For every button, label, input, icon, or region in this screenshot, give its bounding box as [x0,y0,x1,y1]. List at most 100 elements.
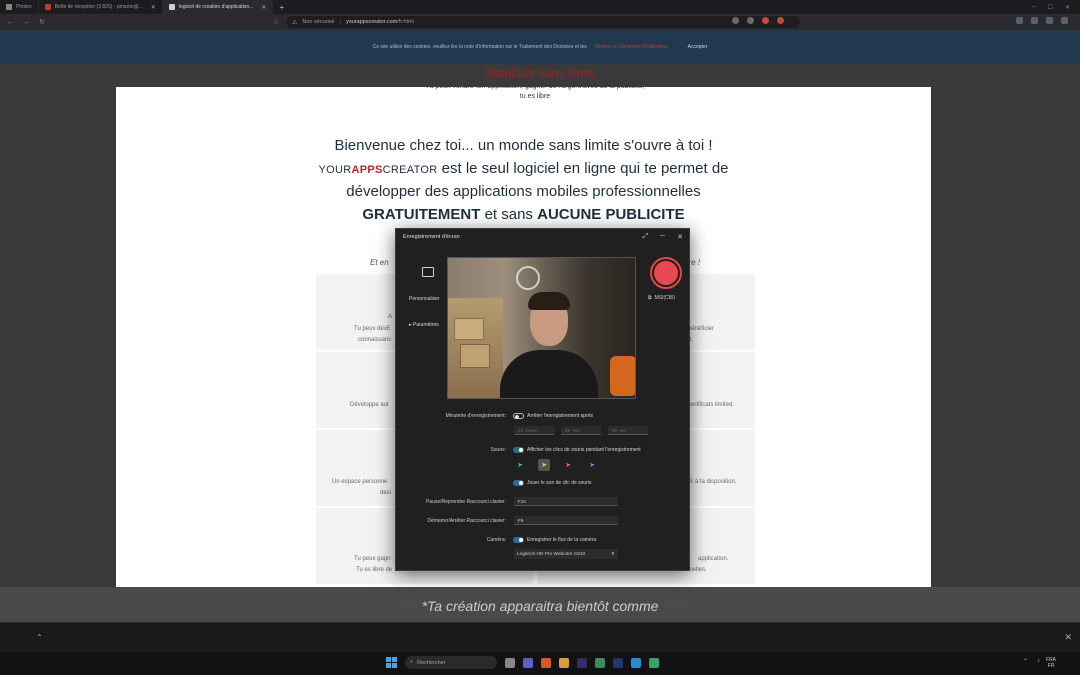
cursor-style-options: ➤ ➤ ➤ ➤ [514,459,598,471]
cookie-text: Ce site utilise des cookies, veuillez li… [372,44,587,50]
file-explorer-icon[interactable] [559,657,569,668]
hero-gratuit: GRATUITEMENT [362,205,481,223]
premiere-icon[interactable] [577,657,587,668]
tab-mail[interactable]: Boîte de réception (3 825) - pmartin@...… [39,0,163,14]
start-shortcut-field[interactable]: F9 [514,516,618,525]
dialog-controls: ⤢ ─ ✕ [643,233,683,241]
card-text: Développe aut [350,402,389,408]
tab-yourappscreator[interactable]: logiciel de creation d'application... ✕ [162,0,274,14]
new-tab-button[interactable]: + [273,3,290,12]
close-icon[interactable]: ✕ [1064,632,1072,643]
card-text: Tu peux gagn [354,556,391,562]
timer-minutes-unit: min [572,427,580,433]
mouse-label: Souris: [490,447,506,453]
webcam-preview [447,257,636,399]
brand-logo: YOURAPPSCREATOR [318,164,437,176]
brand-your: YOUR [318,163,352,176]
timer-minutes-field[interactable]: 59 min [561,426,601,435]
warning-icon: ⚠ [292,19,298,26]
chevron-down-icon: ▾ [611,551,614,557]
cookie-link[interactable]: Règles et Conditions d'Utilisation [595,44,668,50]
timer-seconds-field[interactable]: 59 sec [608,426,648,435]
search-placeholder: Rechercher [417,659,446,666]
photoshop-icon[interactable] [613,657,623,668]
language-indicator[interactable]: FRA FR [1046,657,1056,669]
card-text: A [388,314,393,320]
tab-icon[interactable] [1016,17,1023,24]
app-icon[interactable] [631,657,641,668]
close-icon[interactable]: ✕ [151,4,156,11]
tab-label: Boîte de réception (3 825) - pmartin@... [54,4,143,10]
microphone-icon[interactable]: ♪ [1037,658,1040,665]
close-icon[interactable]: ✕ [261,4,266,11]
taskbar-search[interactable]: ⌕ Rechercher [405,656,497,669]
card-text: certificats limited. [688,402,735,408]
extensions-icon[interactable] [1031,17,1038,24]
brave-icon[interactable] [541,657,551,668]
app-icon[interactable] [595,657,605,668]
cursor-red-icon[interactable]: ➤ [562,459,574,471]
bookmark-icon[interactable]: ☆ [272,18,280,26]
bottom-toolbar: ⌃ ✕ [0,622,1080,652]
photos-icon [6,4,12,10]
chevron-up-icon[interactable]: ⌃ [36,633,43,642]
section-subtext: Tu peux vendre ton application, gagner d… [425,83,645,100]
url-input[interactable]: ⚠ Non sécurisé | yourappscreator.com/fr.… [286,16,800,28]
popout-icon[interactable]: ⤢ [643,233,649,241]
click-sound-toggle[interactable] [513,480,524,486]
minimize-icon[interactable]: ─ [660,233,665,241]
timer-label: Minuterie d'enregistrement: [445,413,506,419]
accept-button[interactable]: Accepter [688,44,708,50]
close-icon[interactable]: ✕ [677,233,683,241]
url-host: yourappscreator.com [345,19,398,25]
mouse-clicks-option: Afficher les clics de souris pendant l'e… [527,447,641,453]
windows-start-icon[interactable] [386,657,397,668]
minimize-icon[interactable]: ─ [1031,4,1035,11]
task-view-icon[interactable] [505,657,515,668]
maximize-icon[interactable]: ☐ [1048,4,1053,11]
forward-icon[interactable]: → [22,19,30,26]
timer-hours-field[interactable]: 23 heure [514,426,554,435]
personalize-tab[interactable]: Personnaliser [409,296,440,302]
tab-photos[interactable]: Photos [0,0,39,14]
camera-toggle[interactable] [513,537,524,543]
extension-icon[interactable] [732,17,739,24]
hero-line-2-text: est le seul logiciel en ligne qui te per… [437,159,729,177]
browser-tab-bar: Photos Boîte de réception (3 825) - pmar… [0,0,1080,14]
profile-icon[interactable] [1046,17,1053,24]
record-button[interactable] [650,257,682,289]
extension-icon[interactable] [747,17,754,24]
cursor-yellow-icon[interactable]: ➤ [538,459,550,471]
menu-icon[interactable] [1061,17,1068,24]
close-window-icon[interactable]: ✕ [1065,4,1070,11]
url-path: /fr.html [397,19,414,25]
card-text: t. [690,337,694,343]
cursor-green-icon[interactable]: ➤ [514,459,526,471]
system-tray: ⌃ ♪ [1023,658,1040,665]
teams-icon[interactable] [523,657,533,668]
settings-tab-label: Paramètres [412,322,439,328]
region-select-icon[interactable] [422,267,434,277]
microphone-selector[interactable]: ⧉ MSI(CBI) [648,295,675,301]
back-icon[interactable]: ← [6,19,14,26]
extension-icon[interactable] [762,17,769,24]
mouse-clicks-toggle[interactable] [513,447,524,453]
extension-icon[interactable] [777,17,784,24]
browser-toolbar-icons [1016,17,1068,24]
hero-line-2: YOURAPPSCREATOR est le seul logiciel en … [116,158,931,182]
camera-device-select[interactable]: Logitech HD Pro Webcam C910 ▾ [514,549,618,559]
timer-toggle[interactable] [513,413,524,419]
app-icon[interactable] [649,657,659,668]
record-icon [654,261,678,285]
dialog-title: Enregistrement d'écran [403,234,460,240]
brand-creator: CREATOR [382,163,438,176]
settings-tab[interactable]: ▸ Paramètres [409,322,439,328]
chevron-up-icon[interactable]: ⌃ [1023,658,1028,665]
reload-icon[interactable]: ↻ [38,18,46,26]
cursor-blue-icon[interactable]: ➤ [586,459,598,471]
tab-label: Photos [16,4,32,10]
address-bar-row: ← → ↻ ☆ ⚠ Non sécurisé | yourappscreator… [0,14,1080,30]
card-text: application. [698,556,729,562]
pause-shortcut-field[interactable]: F10 [514,497,618,506]
card-text: Tu es libre de [356,567,393,573]
